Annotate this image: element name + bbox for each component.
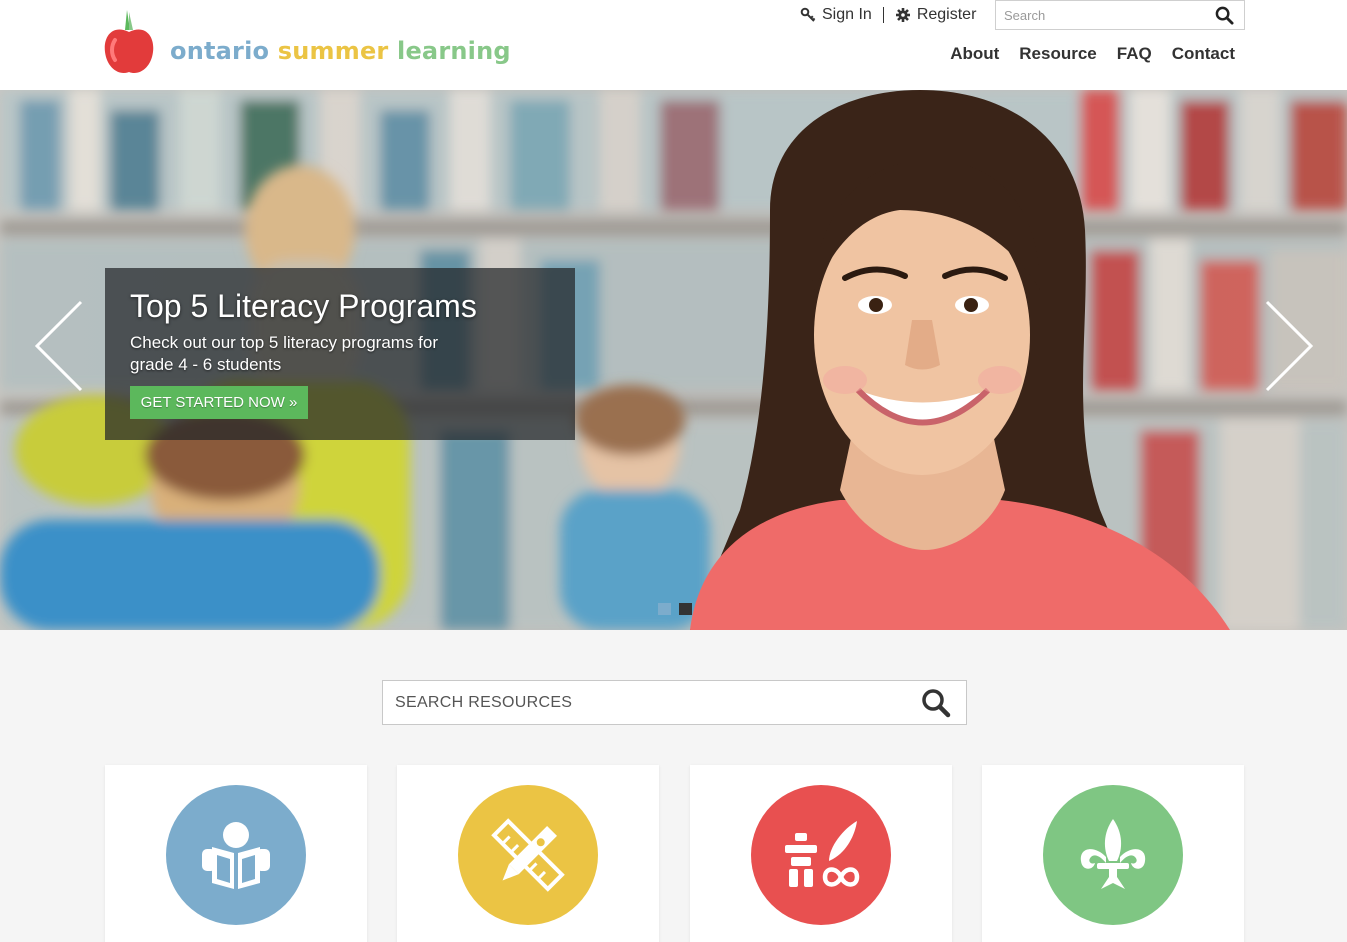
search-icon[interactable] <box>921 688 951 718</box>
category-circle <box>166 785 306 925</box>
key-icon <box>800 7 816 22</box>
carousel-next-icon[interactable] <box>1265 300 1315 392</box>
category-card-math[interactable] <box>397 765 659 942</box>
category-circle <box>1043 785 1183 925</box>
header-search-input[interactable] <box>996 1 1206 29</box>
carousel-dot-2[interactable] <box>679 603 692 615</box>
nav-about[interactable]: About <box>950 44 999 64</box>
register-link[interactable]: Register <box>895 6 977 24</box>
site-logo[interactable]: ontario summer learning <box>103 6 511 76</box>
hero-caption: Top 5 Literacy Programs Check out our to… <box>105 268 575 440</box>
carousel-prev-icon[interactable] <box>33 300 83 392</box>
register-label: Register <box>916 6 977 23</box>
nav-resource[interactable]: Resource <box>1019 44 1096 64</box>
inukshuk-infinity-icon <box>785 821 860 887</box>
sign-in-label: Sign In <box>822 6 872 23</box>
header-search <box>995 0 1245 30</box>
account-links: Sign In Register <box>800 4 976 26</box>
hero-title: Top 5 Literacy Programs <box>130 288 477 324</box>
reading-book-icon <box>202 822 270 889</box>
category-card-culture[interactable] <box>690 765 952 942</box>
carousel-dot-1[interactable] <box>658 603 671 615</box>
hero-description: Check out our top 5 literacy programs fo… <box>130 333 439 374</box>
site-header: ontario summer learning Sign In Register… <box>0 0 1347 90</box>
hero-carousel: Top 5 Literacy Programs Check out our to… <box>0 90 1347 630</box>
logo-word-learning: learning <box>397 37 511 65</box>
site-logo-text: ontario summer learning <box>170 37 511 65</box>
nav-contact[interactable]: Contact <box>1172 44 1235 64</box>
nav-faq[interactable]: FAQ <box>1117 44 1152 64</box>
main-nav: About Resource FAQ Contact <box>950 44 1235 64</box>
resource-search-input[interactable] <box>383 681 903 724</box>
resource-search <box>382 680 967 725</box>
logo-word-summer: summer <box>277 37 389 65</box>
category-card-french[interactable] <box>982 765 1244 942</box>
sign-in-link[interactable]: Sign In <box>800 6 872 24</box>
carousel-indicators <box>658 603 692 615</box>
get-started-button[interactable]: GET STARTED NOW » <box>130 386 308 419</box>
pencil-ruler-icon <box>491 818 565 892</box>
gear-icon <box>895 8 910 22</box>
category-circle <box>751 785 891 925</box>
category-circle <box>458 785 598 925</box>
fleur-de-lis-icon <box>1080 819 1146 889</box>
search-icon[interactable] <box>1215 6 1234 25</box>
top-links-divider <box>882 7 884 23</box>
apple-logo-icon <box>104 10 154 74</box>
logo-word-ontario: ontario <box>170 37 270 65</box>
category-card-reading[interactable] <box>105 765 367 942</box>
